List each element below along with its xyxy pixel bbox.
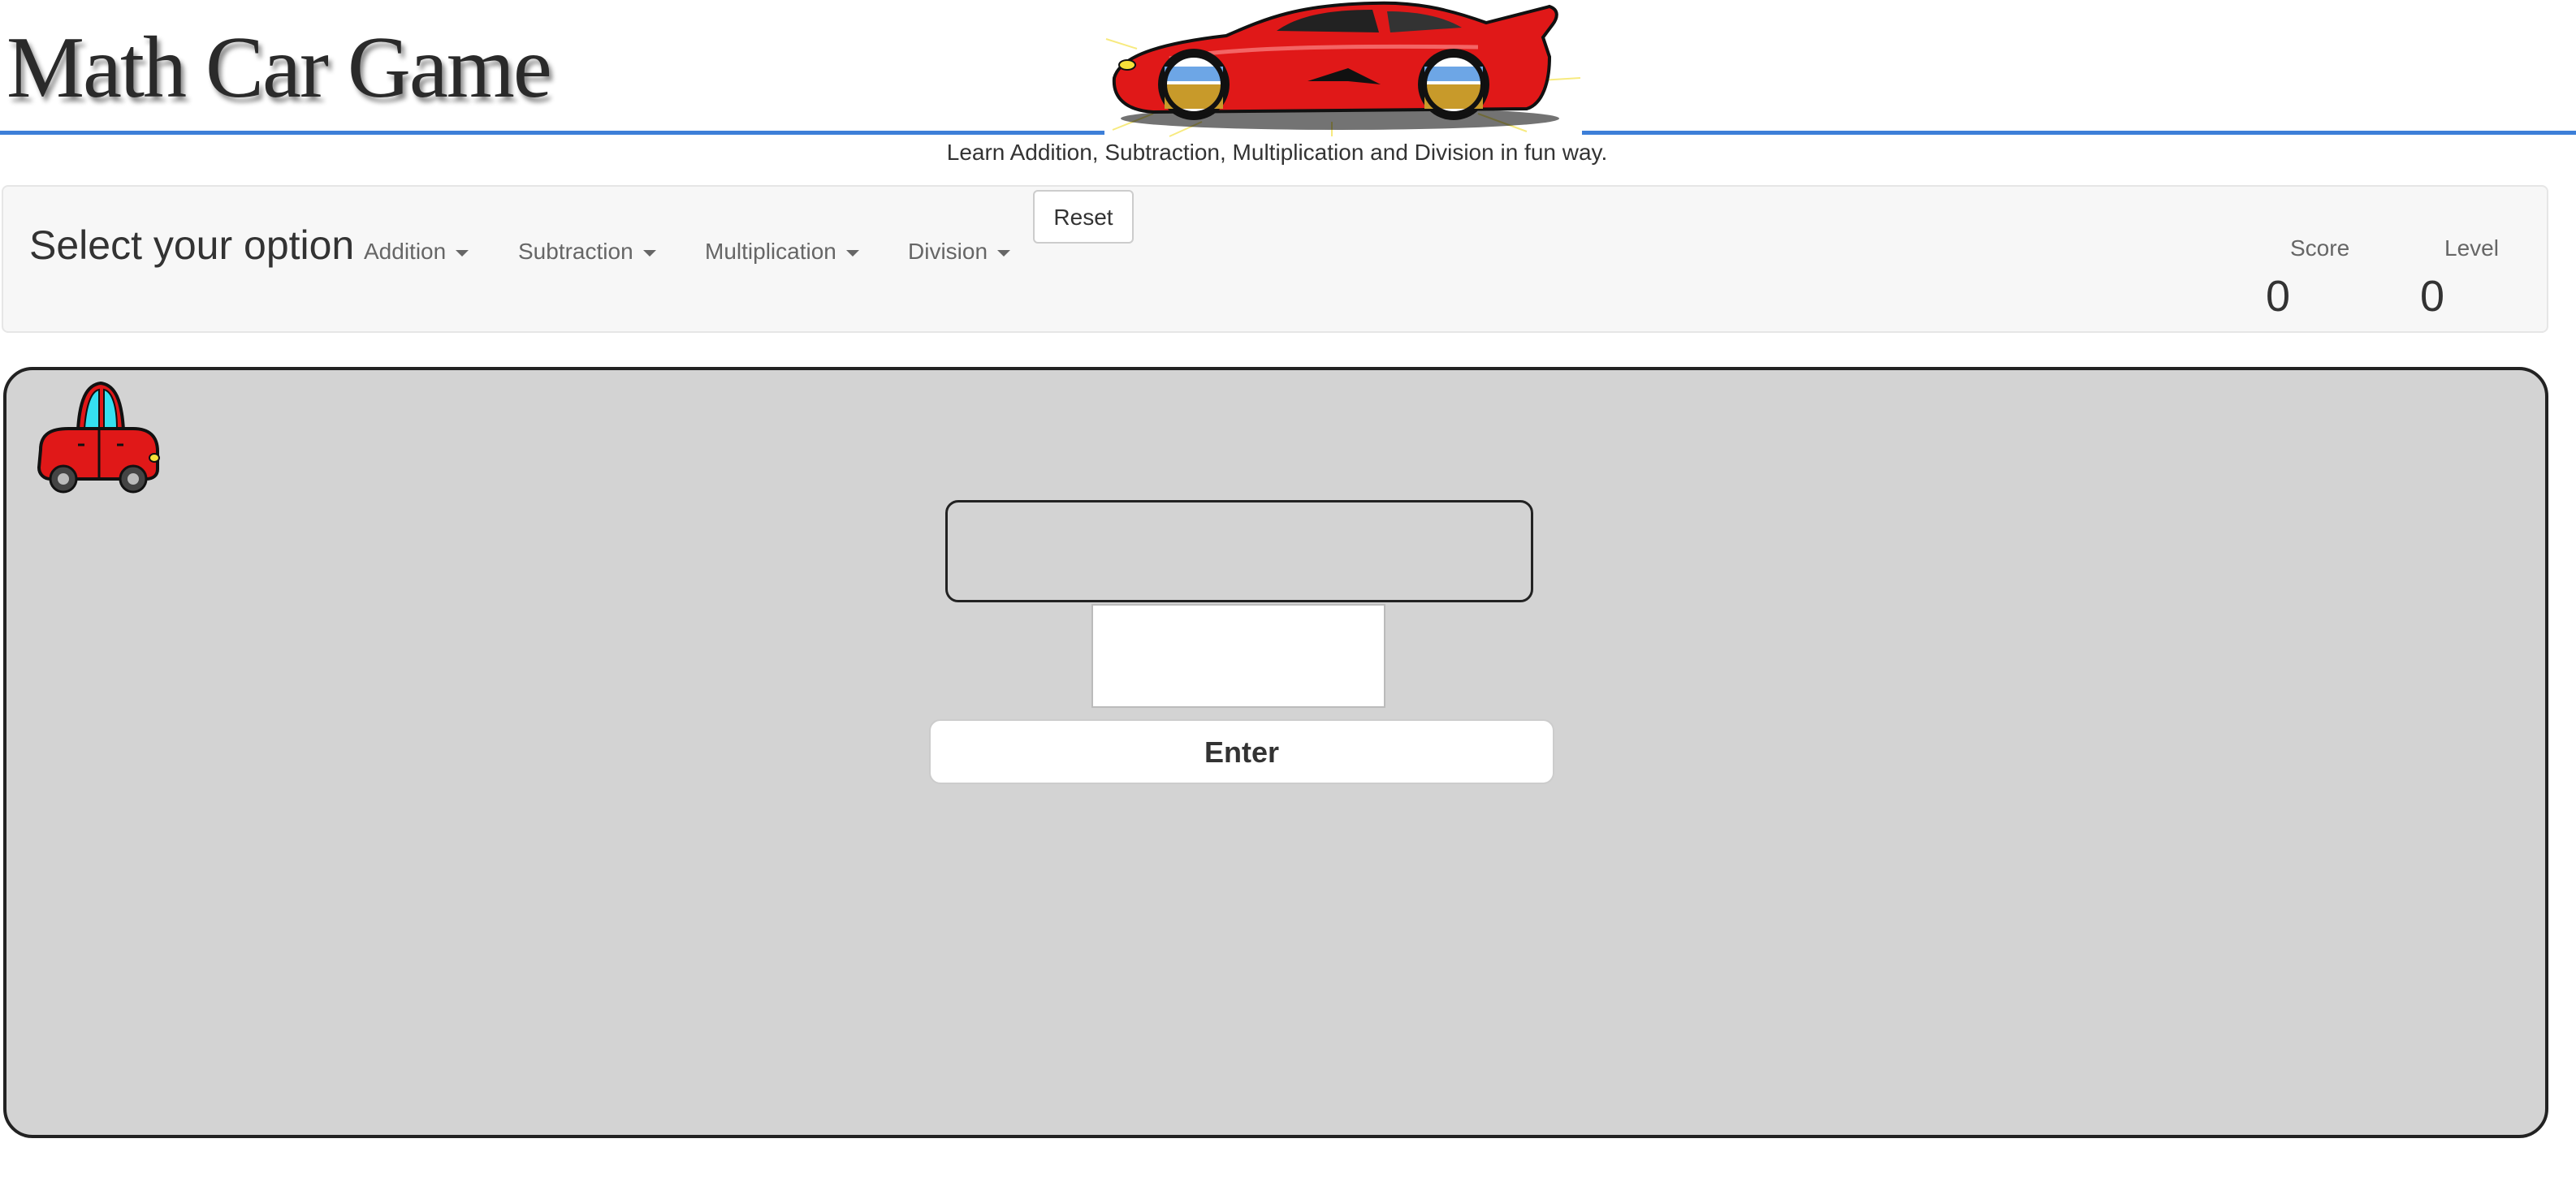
sports-car-logo-icon: [1104, 0, 1582, 138]
reset-button[interactable]: Reset: [1033, 190, 1134, 244]
red-car-icon: [36, 380, 162, 494]
level-label: Level: [2444, 235, 2499, 261]
multiplication-dropdown-label: Multiplication: [705, 239, 836, 264]
navbar-brand: Select your option: [29, 222, 355, 268]
division-dropdown-label: Division: [908, 239, 988, 264]
caret-down-icon: [642, 249, 656, 257]
subtraction-dropdown[interactable]: Subtraction: [518, 226, 656, 278]
division-dropdown[interactable]: Division: [908, 226, 1011, 278]
option-navbar: Select your option Addition Subtraction …: [2, 185, 2548, 333]
caret-down-icon: [997, 249, 1011, 257]
score-value: 0: [2266, 272, 2291, 321]
addition-dropdown-label: Addition: [364, 239, 447, 264]
page: Math Car Game Learn Addition, Subtractio…: [0, 0, 2576, 1199]
addition-dropdown[interactable]: Addition: [364, 226, 469, 278]
multiplication-dropdown[interactable]: Multiplication: [705, 226, 859, 278]
enter-button[interactable]: Enter: [929, 719, 1554, 784]
level-value: 0: [2420, 272, 2445, 321]
caret-down-icon: [456, 249, 469, 257]
game-track: Enter: [3, 367, 2548, 1138]
score-label: Score: [2290, 235, 2350, 261]
tagline: Learn Addition, Subtraction, Multiplicat…: [946, 140, 1608, 165]
question-display: [945, 500, 1533, 602]
caret-down-icon: [845, 249, 859, 257]
site-title: Math Car Game: [6, 19, 552, 116]
subtraction-dropdown-label: Subtraction: [518, 239, 633, 264]
answer-input[interactable]: [1091, 604, 1385, 708]
